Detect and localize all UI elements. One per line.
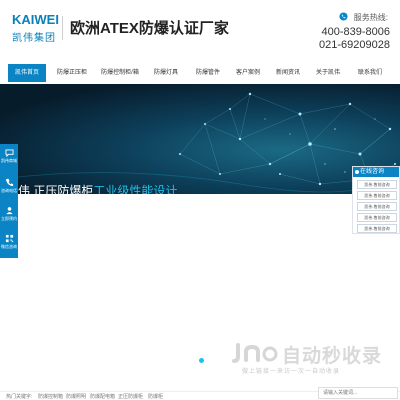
nav-item-contact[interactable]: 联系我们: [352, 64, 388, 82]
search-input[interactable]: [318, 387, 398, 399]
online-service-panel: 在线咨询 凯伟-售前咨询 凯伟-售前咨询 凯伟-售前咨询 凯伟-售前咨询 凯伟-…: [352, 166, 400, 234]
qrcode-icon: [5, 234, 13, 243]
hotline: 服务热线: 400-839-8006 021-69209028: [300, 12, 390, 54]
phone-number-1: 400-839-8006: [321, 26, 390, 38]
float-item-phone-label: 咨询电话: [1, 188, 17, 193]
float-item-appointment[interactable]: 立即预约: [0, 206, 18, 222]
logo-text-en: KAIWEI: [12, 12, 59, 27]
hotline-label: 服务热线:: [353, 13, 388, 22]
banner-text-highlight: 工业级性能设计: [93, 184, 178, 194]
banner-slogan: 伟 正压防爆柜工业级性能设计: [18, 182, 177, 194]
hero-banner: 伟 正压防爆柜工业级性能设计: [0, 84, 400, 194]
watermark-logo: [232, 343, 278, 363]
float-item-appointment-label: 立即预约: [1, 216, 17, 221]
keyword-link[interactable]: 防爆控制箱: [38, 393, 63, 400]
watermark-title: 自动秒收录: [282, 346, 383, 367]
logo[interactable]: KAIWEI 凯伟集团: [12, 12, 62, 44]
nav-item-control-box[interactable]: 防爆控制柜/箱: [96, 64, 144, 82]
nav-item-lighting[interactable]: 防爆灯具: [148, 64, 184, 82]
nav-item-fittings[interactable]: 防爆管件: [190, 64, 226, 82]
service-item[interactable]: 凯伟-售前咨询: [357, 213, 397, 222]
float-item-phone[interactable]: 咨询电话: [0, 178, 18, 194]
nav-item-news[interactable]: 新闻资讯: [270, 64, 306, 82]
carousel-dot[interactable]: [199, 358, 204, 363]
watermark-subtitle: 做上链接一来访一次一自动收录: [242, 369, 341, 375]
network-graphic: [0, 92, 400, 193]
keywords-bar: 热门关键字: 防爆控制箱 防爆照明 防爆配电箱 正压防爆柜 防爆柜: [0, 387, 400, 400]
service-item[interactable]: 凯伟-售前咨询: [357, 180, 397, 189]
keyword-link[interactable]: 防爆柜: [148, 393, 163, 400]
keywords-label: 热门关键字:: [6, 394, 33, 400]
phone-icon: [339, 12, 348, 21]
phone-icon: [5, 178, 13, 187]
header: KAIWEI 凯伟集团 欧洲ATEX防爆认证厂家 服务热线: 400-839-8…: [0, 0, 400, 60]
float-item-shop-label: 凯伟商城: [1, 158, 17, 163]
keyword-link[interactable]: 正压防爆柜: [118, 393, 143, 400]
nav-item-cases[interactable]: 客户案例: [230, 64, 266, 82]
nav-item-pressurized-cabinet[interactable]: 防爆正压柜: [52, 64, 92, 82]
logo-text-cn: 凯伟集团: [12, 33, 56, 44]
nav-item-home[interactable]: 凯伟首页: [8, 64, 46, 82]
chat-icon: [5, 149, 13, 157]
user-icon: [5, 207, 13, 215]
keyword-link[interactable]: 防爆配电箱: [90, 393, 115, 400]
float-item-wechat-label: 微信咨询: [1, 244, 17, 249]
service-item[interactable]: 凯伟-售前咨询: [357, 191, 397, 200]
online-service-header[interactable]: 在线咨询: [353, 167, 399, 177]
float-item-wechat[interactable]: 微信咨询: [0, 234, 18, 250]
header-divider: [62, 16, 63, 40]
service-icon: [355, 170, 359, 174]
keyword-link[interactable]: 防爆照明: [66, 393, 86, 400]
watermark: 自动秒收录 做上链接一来访一次一自动收录: [232, 340, 392, 376]
float-item-shop[interactable]: 凯伟商城: [0, 149, 18, 164]
service-item[interactable]: 凯伟-售前咨询: [357, 202, 397, 211]
banner-text-main: 伟 正压防爆柜: [18, 184, 94, 194]
phone-number-2: 021-69209028: [319, 39, 390, 51]
left-float-toolbar: 凯伟商城 咨询电话 立即预约 微信咨询: [0, 144, 18, 258]
nav-item-about[interactable]: 关于凯伟: [310, 64, 346, 82]
service-item[interactable]: 凯伟-售前咨询: [357, 224, 397, 233]
online-service-title: 在线咨询: [360, 169, 385, 175]
site-title: 欧洲ATEX防爆认证厂家: [70, 20, 229, 37]
main-nav: 凯伟首页 防爆正压柜 防爆控制柜/箱 防爆灯具 防爆管件 客户案例 新闻资讯 关…: [0, 64, 400, 82]
